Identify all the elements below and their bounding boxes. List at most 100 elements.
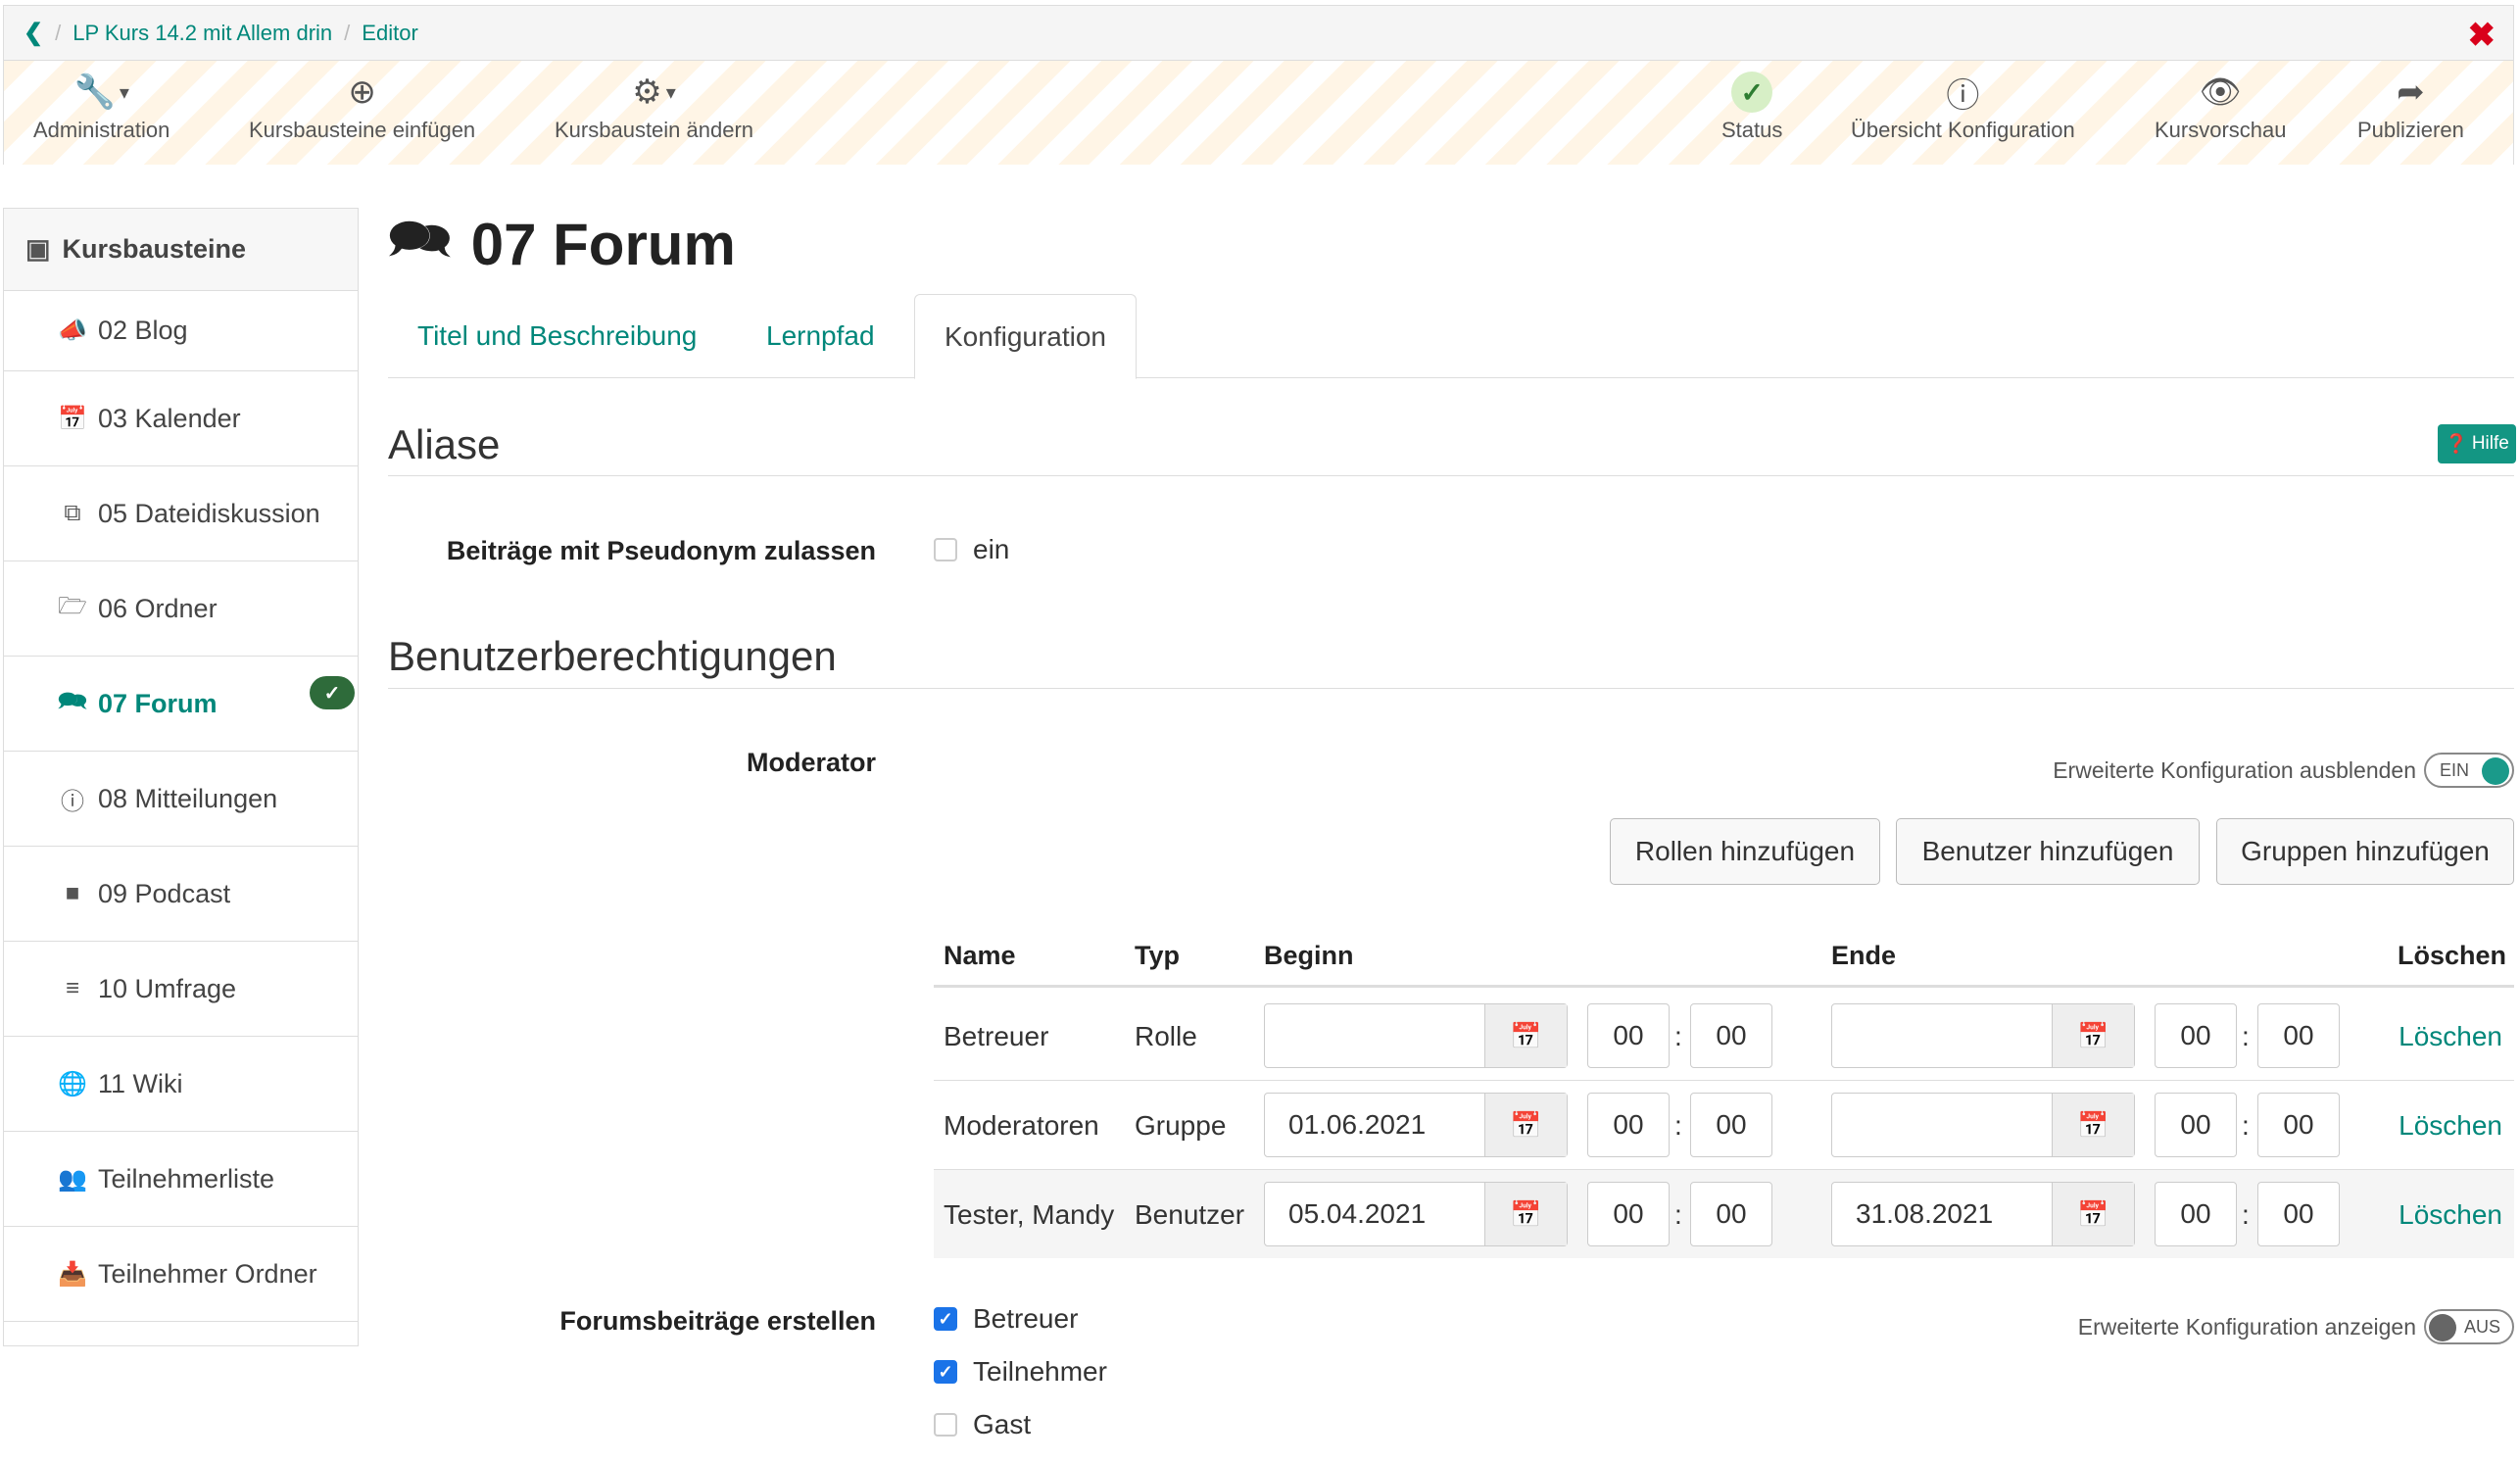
sidebar-header[interactable]: ▣ Kursbausteine	[4, 209, 358, 291]
time-separator: :	[1674, 1199, 1682, 1230]
change-course-element-menu[interactable]: ⚙ ▾ Kursbaustein ändern	[555, 71, 753, 143]
megaphone-icon: 📣	[58, 317, 87, 344]
begin-date-field[interactable]: 05.04.2021 📅	[1264, 1182, 1568, 1246]
breadcrumb-editor[interactable]: Editor	[362, 21, 417, 46]
delete-link[interactable]: Löschen	[2399, 1199, 2502, 1231]
begin-minute-field[interactable]: 00	[1690, 1003, 1772, 1068]
advanced-config-toggle-on[interactable]: EIN	[2424, 753, 2514, 788]
calendar-icon[interactable]: 📅	[2052, 1004, 2134, 1067]
change-course-element-label: Kursbaustein ändern	[555, 118, 754, 142]
divider	[388, 688, 2514, 689]
calendar-icon[interactable]: 📅	[1484, 1094, 1567, 1156]
advanced-show-label: Erweiterte Konfiguration anzeigen	[2077, 1313, 2416, 1340]
option-tutor[interactable]: ✓ Betreuer	[934, 1303, 1078, 1335]
chevron-left-icon[interactable]: ❮	[24, 19, 43, 47]
tab-title-description[interactable]: Titel und Beschreibung	[388, 294, 726, 378]
pseudonym-checkbox[interactable]	[934, 538, 957, 561]
calendar-icon[interactable]: 📅	[2052, 1094, 2134, 1156]
pseudonym-option[interactable]: ein	[934, 534, 1009, 565]
end-hour-field[interactable]: 00	[2155, 1003, 2237, 1068]
breadcrumb: ❮ / LP Kurs 14.2 mit Allem drin / Editor	[4, 6, 2513, 61]
sidebar-item-calendar[interactable]: 📅 03 Kalender	[4, 371, 358, 466]
end-minute-field[interactable]: 00	[2257, 1093, 2340, 1157]
tab-configuration[interactable]: Konfiguration	[914, 294, 1138, 379]
option-label: Gast	[973, 1409, 1032, 1439]
end-date-field[interactable]: 📅	[1831, 1093, 2135, 1157]
participant-checkbox[interactable]: ✓	[934, 1360, 957, 1384]
begin-date-field[interactable]: 📅	[1264, 1003, 1568, 1068]
insert-course-element-menu[interactable]: ⊕ Kursbausteine einfügen	[249, 71, 475, 143]
permissions-heading: Benutzerberechtigungen	[388, 633, 837, 679]
sidebar-item-announcements[interactable]: ⓘ 08 Mitteilungen	[4, 752, 358, 847]
begin-minute-field[interactable]: 00	[1690, 1093, 1772, 1157]
course-preview-button[interactable]: 👁 Kursvorschau	[2155, 71, 2287, 143]
administration-label: Administration	[33, 118, 170, 142]
calendar-icon[interactable]: 📅	[1484, 1004, 1567, 1067]
calendar-icon[interactable]: 📅	[1484, 1183, 1567, 1245]
time-separator: :	[1674, 1021, 1682, 1051]
aliases-heading: Aliase	[388, 421, 501, 467]
sidebar-item-wiki[interactable]: 🌐 11 Wiki	[4, 1037, 358, 1132]
table-row: Moderatoren Gruppe 01.06.2021 📅 00 : 00 …	[934, 1081, 2514, 1169]
administration-menu[interactable]: 🔧 ▾ Administration	[33, 71, 170, 143]
overview-configuration-label: Übersicht Konfiguration	[1851, 118, 2075, 142]
row-name: Tester, Mandy	[944, 1199, 1115, 1230]
sidebar-item-blog[interactable]: 📣 02 Blog	[4, 291, 358, 371]
end-date-field[interactable]: 📅	[1831, 1003, 2135, 1068]
status-button[interactable]: ✓ Status	[1721, 71, 1782, 143]
editor-topbar: ❮ / LP Kurs 14.2 mit Allem drin / Editor…	[3, 5, 2514, 165]
delete-link[interactable]: Löschen	[2399, 1110, 2502, 1142]
help-button[interactable]: ❓ Hilfe	[2438, 424, 2516, 463]
tab-learning-path[interactable]: Lernpfad	[737, 294, 904, 378]
sidebar-item-participant-list[interactable]: 👥 Teilnehmerliste	[4, 1132, 358, 1227]
begin-hour-field[interactable]: 00	[1587, 1093, 1670, 1157]
overview-configuration-button[interactable]: ⓘ Übersicht Konfiguration	[1851, 71, 2075, 143]
begin-hour-field[interactable]: 00	[1587, 1182, 1670, 1246]
delete-link[interactable]: Löschen	[2399, 1021, 2502, 1052]
option-guest[interactable]: Gast	[934, 1409, 1031, 1440]
end-hour-field[interactable]: 00	[2155, 1182, 2237, 1246]
end-date-field[interactable]: 31.08.2021 📅	[1831, 1182, 2135, 1246]
end-minute-field[interactable]: 00	[2257, 1003, 2340, 1068]
breadcrumb-course[interactable]: LP Kurs 14.2 mit Allem drin	[73, 21, 332, 46]
comments-icon: 🗪	[388, 211, 452, 268]
sidebar-item-participant-folder[interactable]: 📥 Teilnehmer Ordner	[4, 1227, 358, 1322]
sidebar-item-file-discussion[interactable]: ⧉ 05 Dateidiskussion	[4, 466, 358, 561]
sidebar-item-forum[interactable]: 🗪 07 Forum ✓	[4, 657, 358, 752]
tabs: Titel und Beschreibung Lernpfad Konfigur…	[388, 294, 2514, 379]
tutor-checkbox[interactable]: ✓	[934, 1307, 957, 1331]
toolbar: 🔧 ▾ Administration ⊕ Kursbausteine einfüg…	[4, 61, 2513, 165]
copy-icon: ⧉	[64, 500, 81, 526]
page-title-text: 07 Forum	[470, 212, 736, 277]
cube-icon: ▣	[25, 234, 51, 264]
eye-icon: 👁	[2199, 73, 2242, 111]
table-row: Tester, Mandy Benutzer 05.04.2021 📅 00 :…	[934, 1170, 2514, 1258]
end-hour-field[interactable]: 00	[2155, 1093, 2237, 1157]
begin-hour-field[interactable]: 00	[1587, 1003, 1670, 1068]
add-users-button[interactable]: Benutzer hinzufügen	[1896, 818, 2200, 885]
sidebar-item-folder[interactable]: 🗁 06 Ordner	[4, 561, 358, 657]
course-elements-sidebar: ▣ Kursbausteine 📣 02 Blog 📅 03 Kalender …	[3, 208, 359, 1346]
sidebar-title: Kursbausteine	[62, 234, 247, 264]
end-minute-field[interactable]: 00	[2257, 1182, 2340, 1246]
begin-minute-field[interactable]: 00	[1690, 1182, 1772, 1246]
sidebar-item-podcast[interactable]: ■ 09 Podcast	[4, 847, 358, 942]
begin-date-field[interactable]: 01.06.2021 📅	[1264, 1093, 1568, 1157]
calendar-icon[interactable]: 📅	[2052, 1183, 2134, 1245]
add-groups-button[interactable]: Gruppen hinzufügen	[2216, 818, 2514, 885]
column-header-type: Typ	[1135, 941, 1180, 970]
publish-button[interactable]: ➦ Publizieren	[2357, 71, 2464, 143]
advanced-config-toggle-off[interactable]: AUS	[2424, 1309, 2514, 1344]
sidebar-item-label: 06 Ordner	[98, 593, 218, 623]
guest-checkbox[interactable]	[934, 1413, 957, 1437]
close-icon[interactable]: ✖	[2468, 16, 2496, 55]
forum-posts-label: Forumsbeiträge erstellen	[559, 1306, 876, 1336]
add-roles-button[interactable]: Rollen hinzufügen	[1610, 818, 1880, 885]
status-label: Status	[1721, 118, 1783, 142]
option-participant[interactable]: ✓ Teilnehmer	[934, 1356, 1107, 1388]
pseudonym-option-label: ein	[973, 534, 1010, 564]
column-header-begin: Beginn	[1264, 941, 1354, 970]
sidebar-item-survey[interactable]: ≡ 10 Umfrage	[4, 942, 358, 1037]
row-type: Benutzer	[1135, 1199, 1245, 1230]
table-header-divider	[934, 985, 2514, 988]
